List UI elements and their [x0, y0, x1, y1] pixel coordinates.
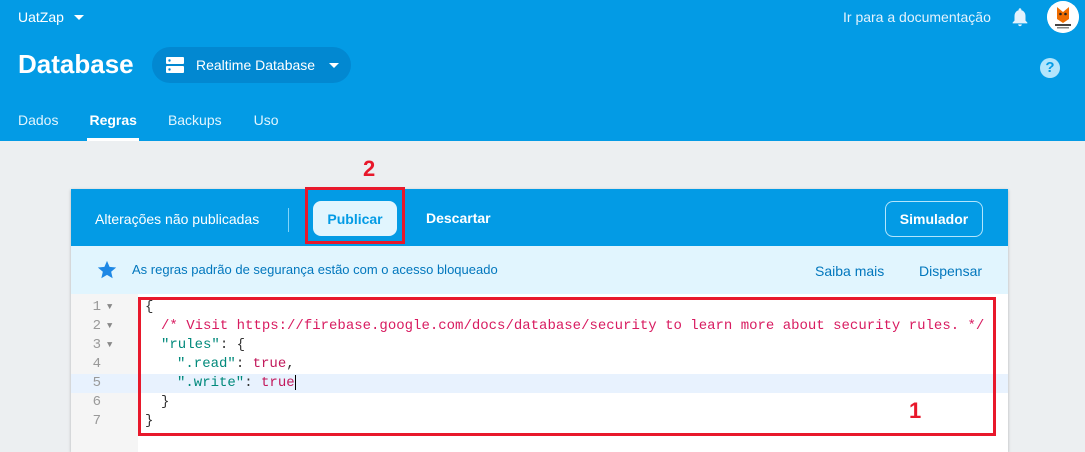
project-selector[interactable]: UatZap — [18, 9, 84, 25]
top-header: UatZap Ir para a documentação Database R… — [0, 0, 1085, 141]
simulator-button[interactable]: Simulador — [885, 201, 983, 237]
avatar-logo-icon — [1047, 1, 1079, 33]
annotation-box-1 — [138, 297, 996, 436]
rules-toolbar: Alterações não publicadas Publicar Desca… — [71, 189, 1008, 246]
toolbar-divider — [288, 208, 289, 232]
fold-arrow-icon[interactable]: ▼ — [107, 298, 112, 317]
line-number: 3 — [92, 337, 101, 353]
database-selector-label: Realtime Database — [196, 57, 316, 73]
dismiss-button[interactable]: Dispensar — [919, 263, 982, 279]
annotation-label-2: 2 — [363, 156, 376, 181]
tab-regras[interactable]: Regras — [87, 110, 140, 141]
fold-arrow-icon[interactable]: ▼ — [107, 317, 112, 336]
line-number: 7 — [92, 413, 101, 429]
learn-more-link[interactable]: Saiba mais — [815, 263, 884, 279]
line-number: 5 — [92, 375, 101, 391]
help-icon[interactable]: ? — [1040, 58, 1060, 78]
annotation-box-2 — [305, 187, 405, 244]
star-icon — [97, 260, 117, 279]
unpublished-status: Alterações não publicadas — [95, 211, 260, 227]
project-name: UatZap — [18, 9, 64, 25]
chevron-down-icon — [329, 62, 340, 68]
database-selector[interactable]: Realtime Database — [152, 47, 351, 83]
chevron-down-icon — [73, 14, 84, 20]
line-number: 6 — [92, 394, 101, 410]
fold-arrow-icon[interactable]: ▼ — [107, 336, 112, 355]
bell-icon[interactable] — [1009, 6, 1031, 28]
tab-bar: Dados Regras Backups Uso — [0, 110, 279, 141]
database-icon — [166, 57, 184, 73]
tab-uso[interactable]: Uso — [254, 110, 279, 141]
line-number: 4 — [92, 356, 101, 372]
avatar[interactable] — [1047, 1, 1079, 33]
tab-dados[interactable]: Dados — [18, 110, 58, 141]
banner-message: As regras padrão de segurança estão com … — [132, 262, 498, 277]
page-title: Database — [18, 49, 134, 79]
annotation-label-1: 1 — [909, 398, 922, 423]
docs-link[interactable]: Ir para a documentação — [843, 9, 991, 25]
security-banner: As regras padrão de segurança estão com … — [71, 246, 1008, 294]
line-number: 1 — [92, 299, 101, 315]
discard-button[interactable]: Descartar — [426, 210, 491, 226]
tab-backups[interactable]: Backups — [168, 110, 222, 141]
line-number: 2 — [92, 318, 101, 334]
